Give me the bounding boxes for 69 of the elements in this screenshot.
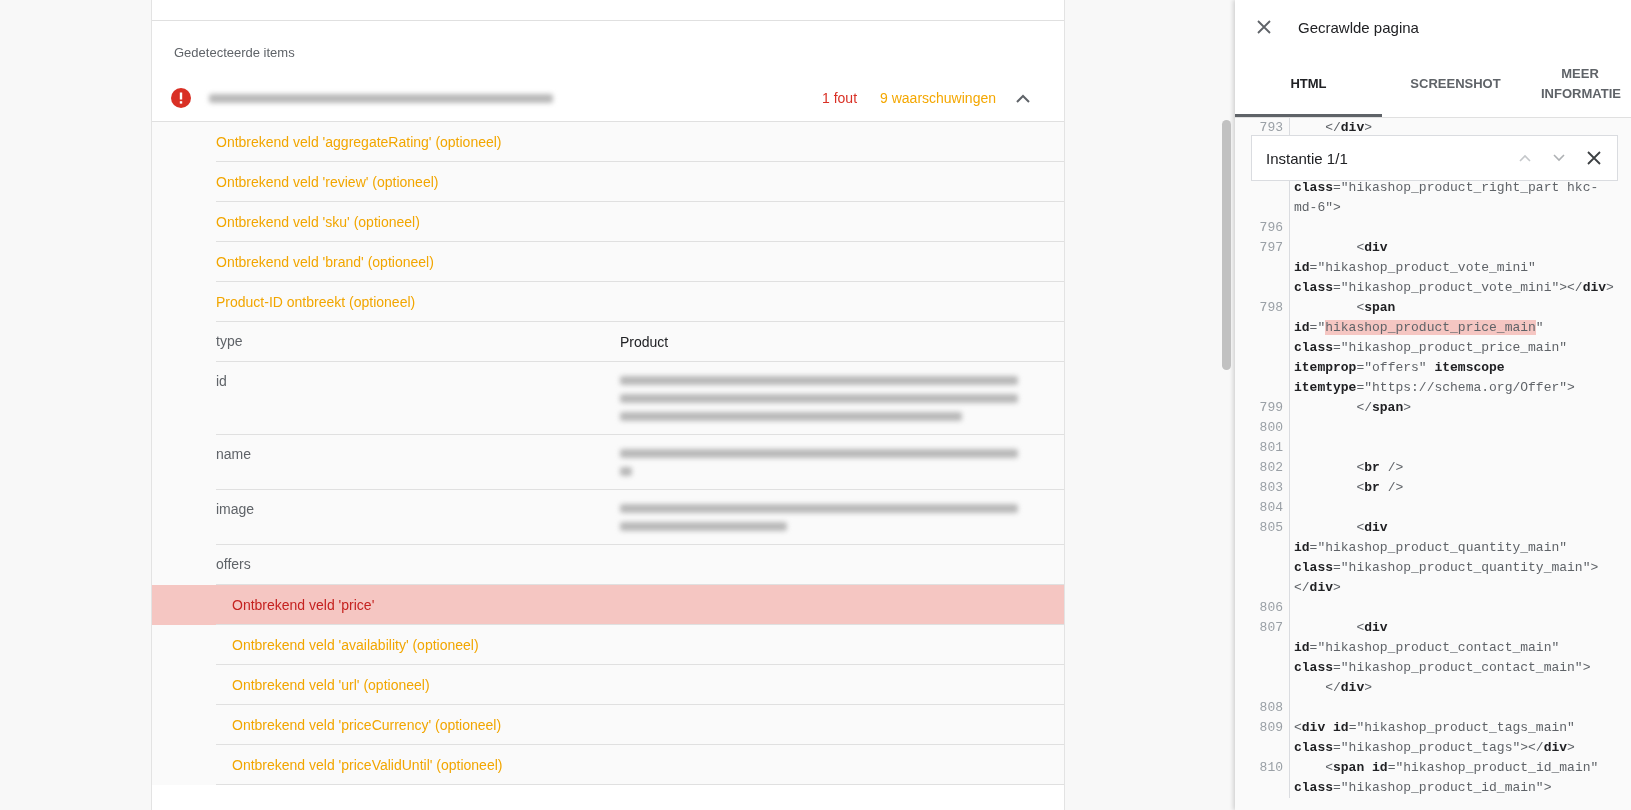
find-result: Instantie 1/1 bbox=[1266, 149, 1349, 167]
line-number: 810 bbox=[1235, 758, 1290, 778]
code-line: class="hikashop_product_vote_mini"></div> bbox=[1294, 280, 1614, 295]
panel-title: Gecrawlde pagina bbox=[1298, 18, 1419, 36]
line-number: 797 bbox=[1235, 238, 1290, 258]
error-icon bbox=[171, 88, 191, 108]
tab[interactable]: SCREENSHOT bbox=[1382, 54, 1529, 117]
code-line: id="hikashop_product_contact_main" bbox=[1294, 640, 1560, 655]
code-line: <span bbox=[1355, 300, 1396, 315]
code-line: </div> bbox=[1324, 680, 1373, 695]
issue-row[interactable]: Ontbrekend veld 'priceValidUntil' (optioneel) bbox=[152, 745, 1064, 785]
line-number: 805 bbox=[1235, 518, 1290, 538]
code-line: <div bbox=[1355, 620, 1388, 635]
code-line: <div bbox=[1355, 240, 1388, 255]
code-line: id="hikashop_product_price_main" bbox=[1294, 320, 1544, 335]
code-line: </div> bbox=[1294, 580, 1341, 595]
property-value: Product bbox=[620, 334, 669, 350]
code-line: <div id="hikashop_product_tags_main" bbox=[1294, 720, 1575, 735]
code-line: class="hikashop_product_price_main" bbox=[1294, 340, 1568, 355]
issue-row[interactable]: Ontbrekend veld 'availability' (optioneel) bbox=[152, 625, 1064, 665]
code-line: <div bbox=[1355, 520, 1388, 535]
code-line: class="hikashop_product_id_main"> bbox=[1294, 780, 1552, 795]
line-number: 799 bbox=[1235, 398, 1290, 418]
code-line: itemprop="offers" itemscope bbox=[1294, 360, 1505, 375]
section-title: Gedetecteerde items bbox=[173, 44, 296, 62]
issue-row[interactable]: Ontbrekend veld 'price' bbox=[152, 585, 1064, 625]
code-line: class="hikashop_product_tags"></div> bbox=[1294, 740, 1575, 755]
line-number: 803 bbox=[1235, 478, 1290, 498]
close-icon[interactable] bbox=[1587, 151, 1601, 165]
line-number: 802 bbox=[1235, 458, 1290, 478]
property-name: type bbox=[216, 332, 244, 349]
warning-count: 9 waarschuwingen bbox=[880, 90, 996, 106]
issue-row[interactable]: Product-ID ontbreekt (optioneel) bbox=[152, 282, 1064, 322]
code-line: </span> bbox=[1355, 400, 1412, 415]
line-number: 800 bbox=[1235, 418, 1290, 438]
error-count: 1 fout bbox=[822, 90, 858, 106]
line-number: 806 bbox=[1235, 598, 1290, 618]
line-number: 804 bbox=[1235, 498, 1290, 518]
code-line: md-6"> bbox=[1294, 200, 1341, 215]
line-number: 801 bbox=[1235, 438, 1290, 458]
code-line: id="hikashop_product_vote_mini" bbox=[1294, 260, 1536, 275]
code-line: <br /> bbox=[1355, 460, 1404, 475]
issue-row[interactable]: Ontbrekend veld 'brand' (optioneel) bbox=[152, 242, 1064, 282]
line-number: 798 bbox=[1235, 298, 1290, 318]
line-number: 807 bbox=[1235, 618, 1290, 638]
code-line: <span id="hikashop_product_id_main" bbox=[1324, 760, 1599, 775]
property-name: name bbox=[216, 445, 253, 462]
property-name: offers bbox=[216, 555, 252, 572]
code-line: itemtype="https://schema.org/Offer"> bbox=[1294, 380, 1575, 395]
issue-row[interactable]: Ontbrekend veld 'sku' (optioneel) bbox=[152, 202, 1064, 242]
code-line: class="hikashop_product_contact_main"> bbox=[1294, 660, 1591, 675]
property-name: id bbox=[216, 372, 228, 389]
issue-row[interactable]: Ontbrekend veld 'priceCurrency' (optioneel) bbox=[152, 705, 1064, 745]
code-line: class="hikashop_product_right_part hkc- bbox=[1294, 180, 1599, 195]
code-line: id="hikashop_product_quantity_main" bbox=[1294, 540, 1568, 555]
tab[interactable]: MEER INFORMATIE bbox=[1529, 54, 1631, 117]
code-line: class="hikashop_product_quantity_main"> bbox=[1294, 560, 1599, 575]
issue-row[interactable]: Ontbrekend veld 'review' (optioneel) bbox=[152, 162, 1064, 202]
line-number: 796 bbox=[1235, 218, 1290, 238]
issue-row[interactable]: Ontbrekend veld 'aggregateRating' (optioneel) bbox=[152, 122, 1064, 162]
property-name: image bbox=[216, 500, 256, 517]
line-number: 809 bbox=[1235, 718, 1290, 738]
line-number: 808 bbox=[1235, 698, 1290, 718]
code-line: </div> bbox=[1324, 120, 1373, 135]
chevron-icon[interactable] bbox=[1016, 93, 1030, 103]
scrollbar[interactable] bbox=[1222, 120, 1231, 370]
code-line: <br /> bbox=[1355, 480, 1404, 495]
issue-row[interactable]: Ontbrekend veld 'url' (optioneel) bbox=[152, 665, 1064, 705]
close-icon[interactable] bbox=[1257, 20, 1271, 34]
